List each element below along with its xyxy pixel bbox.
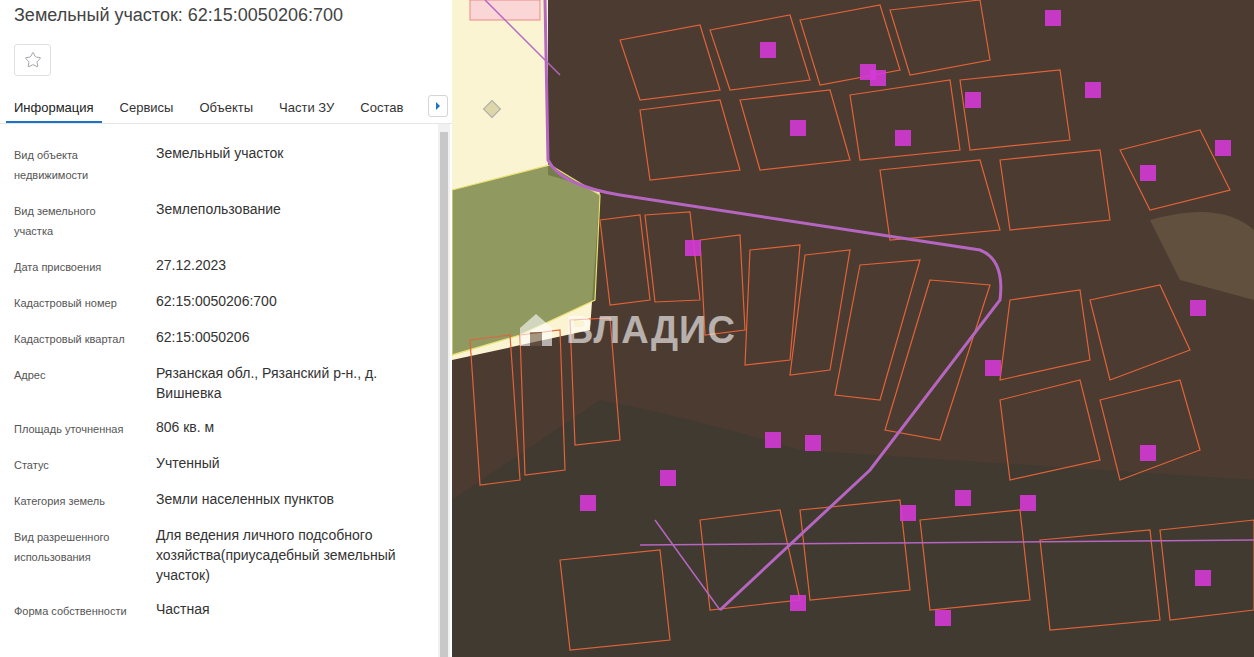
field-list: Вид объекта недвижимостиЗемельный участо… (0, 124, 438, 657)
scrollbar-thumb[interactable] (440, 132, 448, 657)
field-row: Категория земельЗемли населенных пунктов (14, 491, 438, 511)
field-value: 806 кв. м (156, 417, 214, 437)
field-value: Для ведения личного подсобного хозяйства… (156, 525, 396, 585)
field-value: 62:15:0050206:700 (156, 291, 277, 311)
field-value: 27.12.2023 (156, 255, 226, 275)
tab[interactable]: Информация (6, 92, 102, 123)
field-row: СтатусУчтенный (14, 455, 438, 475)
field-label: Вид разрешенного использования (14, 527, 156, 567)
field-label: Форма собственности (14, 601, 156, 621)
field-row: АдресРязанская обл., Рязанский р-н., д. … (14, 365, 438, 403)
field-row: Кадастровый квартал62:15:0050206 (14, 329, 438, 349)
tab[interactable]: Состав (360, 92, 403, 123)
field-value: Рязанская обл., Рязанский р-н., д. Вишне… (156, 363, 377, 403)
field-label: Адрес (14, 365, 156, 385)
field-value: Земельный участок (156, 143, 283, 163)
map[interactable]: ВЛАДИС (452, 0, 1254, 657)
tab[interactable]: Объекты (199, 92, 253, 123)
field-label: Кадастровый номер (14, 293, 156, 313)
field-value: Учтенный (156, 453, 220, 473)
arrow-right-icon (435, 102, 441, 110)
field-row: Кадастровый номер62:15:0050206:700 (14, 293, 438, 313)
panel-title: Земельный участок: 62:15:0050206:700 (0, 0, 452, 27)
star-icon (24, 51, 42, 69)
field-row: Вид объекта недвижимостиЗемельный участо… (14, 145, 438, 185)
field-label: Статус (14, 455, 156, 475)
scrollbar[interactable] (438, 124, 450, 657)
field-value: Земли населенных пунктов (156, 489, 334, 509)
favorite-button[interactable] (14, 44, 51, 76)
field-row: Площадь уточненная806 кв. м (14, 419, 438, 439)
field-value: Частная (156, 599, 210, 619)
info-panel: Земельный участок: 62:15:0050206:700 Инфо… (0, 0, 452, 657)
field-row: Вид земельного участкаЗемлепользование (14, 201, 438, 241)
tab[interactable]: Сервисы (120, 92, 174, 123)
tabs-next-button[interactable] (428, 95, 448, 117)
field-label: Категория земель (14, 491, 156, 511)
field-label: Вид земельного участка (14, 201, 156, 241)
field-value: Землепользование (156, 199, 281, 219)
field-row: Дата присвоения27.12.2023 (14, 257, 438, 277)
tab-bar: Информация Сервисы Объекты Части ЗУ Состав (0, 92, 452, 124)
logo-icon (516, 310, 556, 350)
field-label: Дата присвоения (14, 257, 156, 277)
field-label: Вид объекта недвижимости (14, 145, 156, 185)
field-row: Вид разрешенного использованияДля ведени… (14, 527, 438, 585)
field-label: Кадастровый квартал (14, 329, 156, 349)
watermark: ВЛАДИС (516, 308, 736, 352)
tab[interactable]: Части ЗУ (279, 92, 334, 123)
field-value: 62:15:0050206 (156, 327, 249, 347)
app: Земельный участок: 62:15:0050206:700 Инфо… (0, 0, 1254, 657)
field-label: Площадь уточненная (14, 419, 156, 439)
field-row: Форма собственностиЧастная (14, 601, 438, 621)
